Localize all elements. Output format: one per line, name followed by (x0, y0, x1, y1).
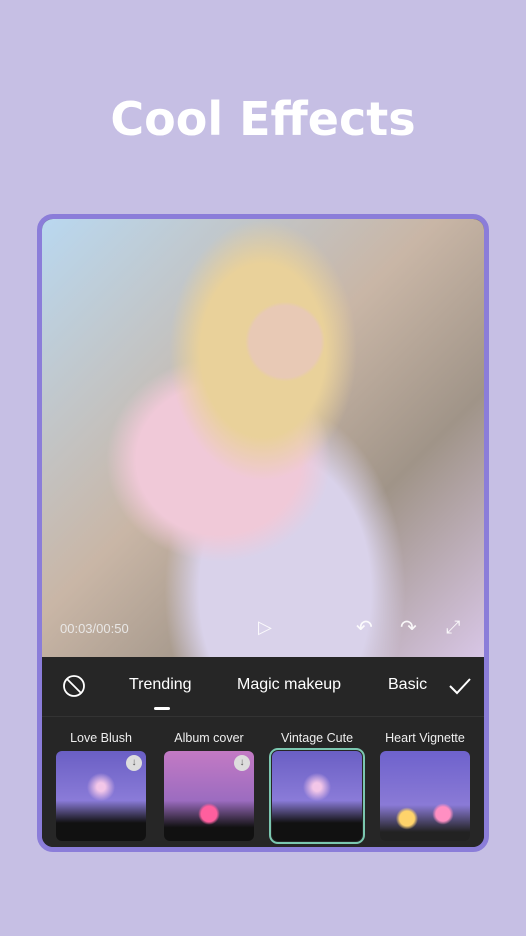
tab-trending[interactable]: Trending (129, 676, 192, 694)
effects-panel: Trending Magic makeup Basic Love Blush A… (42, 657, 484, 847)
headline: Cool Effects (110, 92, 416, 146)
playback-time: 00:03/00:50 (60, 621, 129, 636)
undo-icon[interactable]: ↶ (356, 615, 373, 640)
effect-label: Heart Vignette (385, 731, 465, 745)
video-preview[interactable] (42, 219, 484, 657)
none-effect-icon[interactable] (62, 674, 86, 698)
tab-magic-makeup[interactable]: Magic makeup (237, 676, 341, 694)
download-icon[interactable]: ↓ (126, 755, 142, 771)
tab-bar: Trending Magic makeup Basic (42, 657, 484, 717)
effect-thumb-heart-vignette[interactable] (380, 751, 470, 841)
phone-frame: 00:03/00:50 ▷ ↶ ↷ ⤢ Trending Magic makeu… (37, 214, 489, 852)
effect-label: Album cover (174, 731, 244, 745)
effect-label: Love Blush (70, 731, 132, 745)
check-icon[interactable] (448, 676, 472, 696)
tab-basic[interactable]: Basic (388, 676, 427, 694)
effect-label: Vintage Cute (280, 731, 354, 745)
download-icon[interactable]: ↓ (234, 755, 250, 771)
effect-thumb-love-blush[interactable]: ↓ (56, 751, 146, 841)
effect-thumb-album-cover[interactable]: ↓ (164, 751, 254, 841)
play-icon[interactable]: ▷ (258, 617, 272, 638)
redo-icon[interactable]: ↷ (400, 615, 417, 640)
fullscreen-icon[interactable]: ⤢ (446, 617, 460, 638)
active-tab-indicator (154, 707, 170, 710)
effect-thumb-vintage-cute[interactable] (269, 748, 365, 844)
